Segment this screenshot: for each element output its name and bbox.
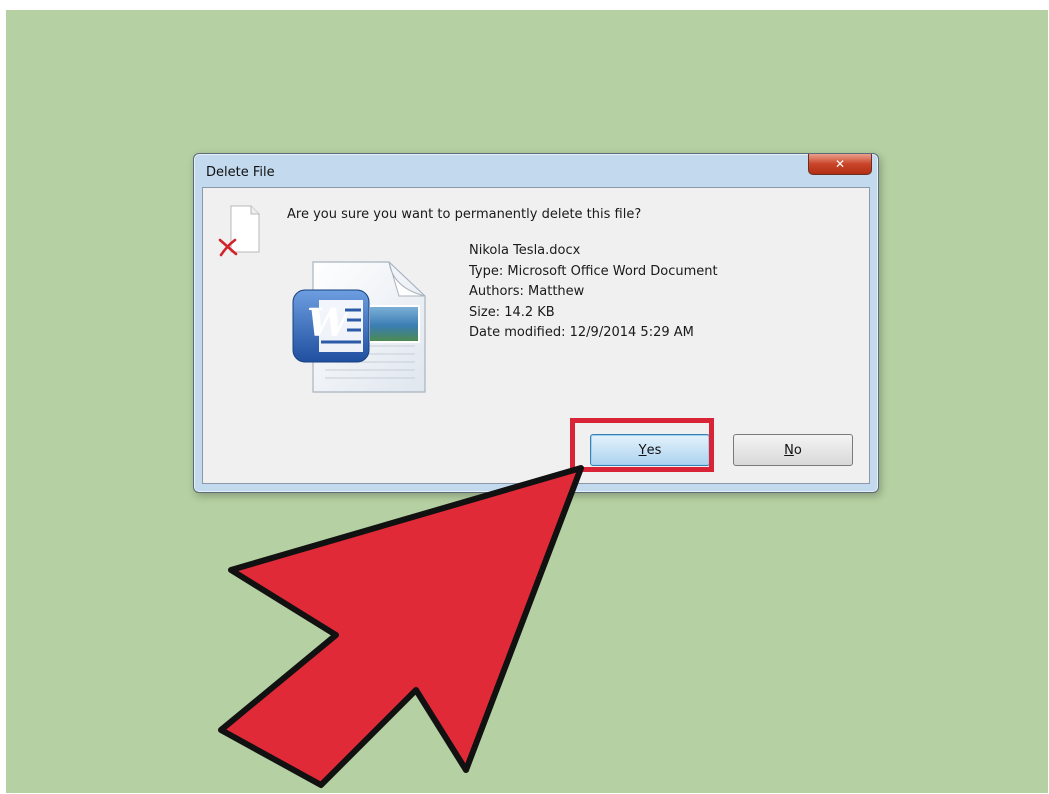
pointer-arrow xyxy=(218,465,584,788)
background: Delete File ✕ Are you sure you want to p… xyxy=(6,10,1048,793)
